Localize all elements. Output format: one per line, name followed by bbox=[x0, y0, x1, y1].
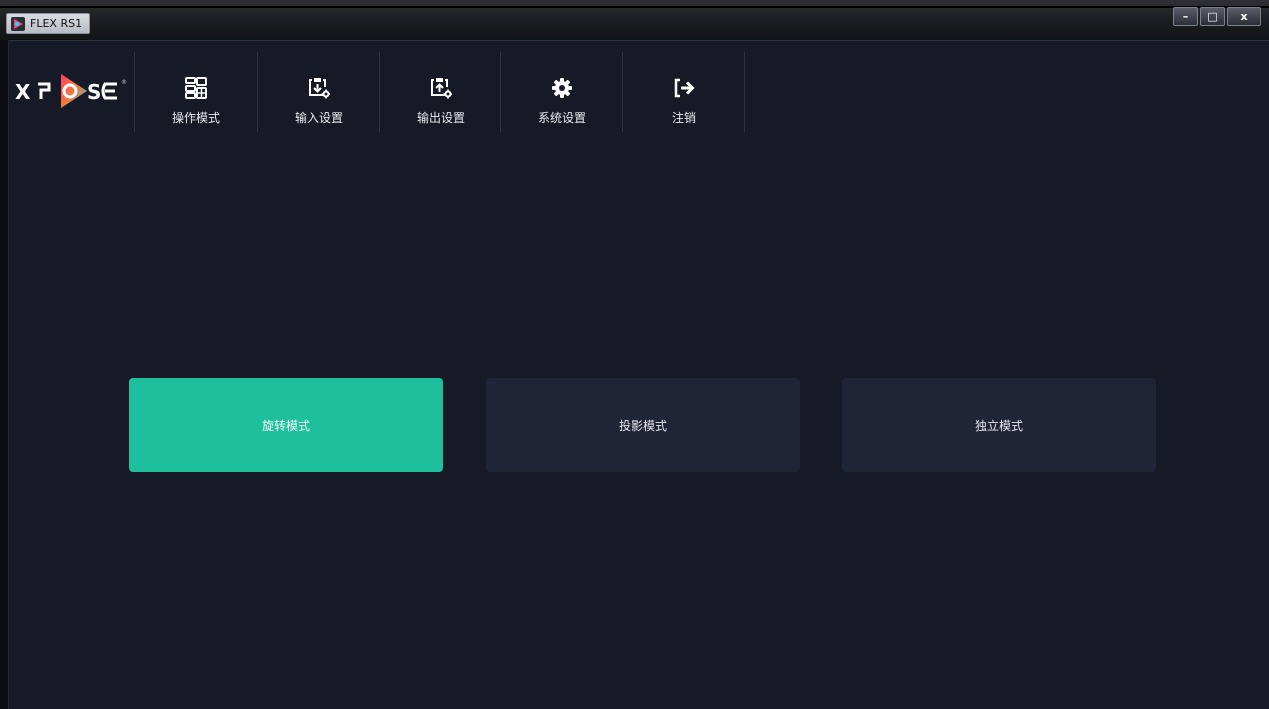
mode-button-label: 投影模式 bbox=[618, 418, 667, 433]
nav-item-label: 输入设置 bbox=[294, 111, 343, 125]
nav-separator bbox=[744, 52, 745, 132]
mode-button-label: 旋转模式 bbox=[261, 418, 310, 433]
nav-item-operation-mode[interactable]: 操作模式 bbox=[136, 52, 256, 132]
nav-item-output-settings[interactable]: 输出设置 bbox=[381, 52, 501, 132]
svg-text:®: ® bbox=[121, 79, 127, 86]
mode-button-label: 独立模式 bbox=[974, 418, 1023, 433]
nav-item-label: 操作模式 bbox=[171, 111, 220, 125]
output-settings-icon bbox=[431, 78, 452, 99]
logout-icon bbox=[674, 78, 695, 98]
nav-item-system-settings[interactable]: 系统设置 bbox=[502, 52, 622, 132]
window-title: FLEX RS1 bbox=[30, 17, 83, 30]
minimize-icon: – bbox=[1182, 10, 1189, 23]
nav-item-label: 注销 bbox=[671, 111, 696, 125]
svg-text:S: S bbox=[87, 80, 101, 104]
input-settings-icon bbox=[309, 78, 330, 99]
nav-item-label: 输出设置 bbox=[416, 111, 465, 125]
nav-item-input-settings[interactable]: 输入设置 bbox=[259, 52, 379, 132]
independent-mode-button[interactable]: 独立模式 bbox=[842, 378, 1156, 472]
nav-item-logout[interactable]: 注销 bbox=[624, 52, 744, 132]
window-controls: – □ x bbox=[1173, 7, 1261, 26]
xpose-logo: X S ® bbox=[15, 74, 127, 108]
app-title-tab[interactable]: FLEX RS1 bbox=[6, 13, 90, 34]
projection-mode-button[interactable]: 投影模式 bbox=[486, 378, 800, 472]
close-button[interactable]: x bbox=[1227, 7, 1261, 26]
nav-separator bbox=[379, 52, 380, 132]
operation-mode-icon bbox=[185, 77, 207, 99]
minimize-button[interactable]: – bbox=[1173, 7, 1198, 26]
maximize-button[interactable]: □ bbox=[1200, 7, 1225, 26]
gear-icon bbox=[552, 78, 572, 98]
svg-text:X: X bbox=[15, 80, 31, 104]
window-titlebar: FLEX RS1 – □ x bbox=[0, 0, 1269, 41]
titlebar-top-edge bbox=[0, 6, 1269, 8]
rotation-mode-button[interactable]: 旋转模式 bbox=[129, 378, 443, 472]
nav-separator bbox=[134, 52, 135, 132]
nav-separator bbox=[500, 52, 501, 132]
maximize-icon: □ bbox=[1207, 10, 1218, 23]
nav-item-label: 系统设置 bbox=[537, 111, 586, 125]
app-icon bbox=[11, 16, 25, 31]
nav-separator bbox=[622, 52, 623, 132]
nav-separator bbox=[257, 52, 258, 132]
close-icon: x bbox=[1240, 10, 1248, 23]
top-navbar: X S ® 操作模式 输入设置 输出设置 系统设置 注销 bbox=[8, 46, 1269, 142]
